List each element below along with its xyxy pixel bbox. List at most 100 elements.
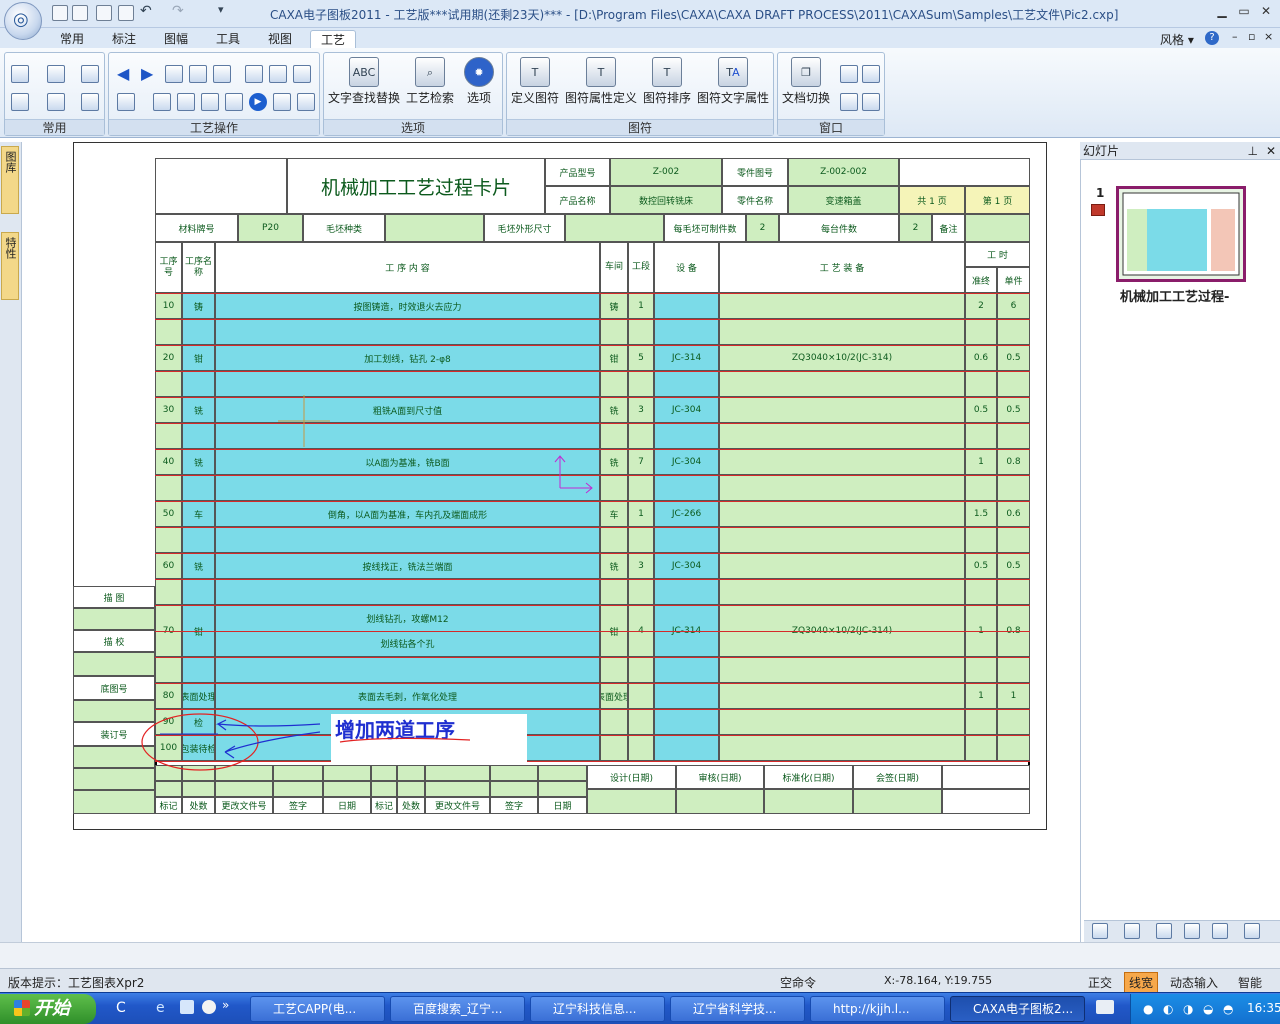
row-blank-cell[interactable] (628, 319, 654, 345)
change-record-cell[interactable] (490, 765, 538, 781)
sign-design-value[interactable] (587, 789, 676, 814)
change-record-cell[interactable] (273, 781, 323, 797)
row-blank-cell[interactable] (155, 423, 182, 449)
row-blank-cell[interactable] (997, 319, 1030, 345)
row-unit-cell[interactable]: 0.5 (997, 397, 1030, 423)
ortho-toggle[interactable]: 正交 (1088, 974, 1112, 991)
row-tool-cell[interactable] (719, 709, 965, 735)
row-blank-cell[interactable] (215, 423, 600, 449)
redo-icon[interactable]: ↷ (172, 3, 184, 19)
arrow-left-icon[interactable]: ◀ (117, 64, 129, 83)
row-tool-cell[interactable]: ZQ3040×10/2(JC-314) (719, 345, 965, 371)
taskbar-item[interactable]: 辽宁省科学技... (670, 996, 805, 1022)
row-blank-cell[interactable] (628, 657, 654, 683)
row-content-cell[interactable]: 粗铣A面到尺寸值 (215, 397, 600, 423)
zoom-icon[interactable] (11, 93, 29, 111)
tab-gongyi[interactable]: 工艺 (310, 30, 357, 48)
row-name-cell[interactable]: 铣 (182, 397, 215, 423)
tray-icon-4[interactable]: ◒ (1203, 1002, 1213, 1016)
row-blank-cell[interactable] (965, 579, 997, 605)
value-tracing[interactable] (73, 608, 155, 630)
row-sec-cell[interactable] (628, 735, 654, 761)
change-record-cell[interactable] (538, 765, 587, 781)
row-blank-cell[interactable] (654, 527, 719, 553)
smart-toggle[interactable]: 智能 (1238, 974, 1262, 991)
change-record-cell[interactable] (182, 781, 215, 797)
dynamic-input-toggle[interactable]: 动态输入 (1170, 974, 1218, 991)
row-blank-cell[interactable] (155, 475, 182, 501)
minimize-button[interactable]: ▁ (1212, 4, 1232, 20)
change-record-cell[interactable] (490, 781, 538, 797)
slide-image-icon[interactable] (1244, 923, 1260, 939)
row-tool-cell[interactable] (719, 735, 965, 761)
quicklaunch-icon-3[interactable] (180, 1000, 194, 1014)
copy-icon[interactable] (47, 65, 65, 83)
find-replace-text-button[interactable]: ABC 文字查找替换 (328, 57, 400, 106)
row-eq-cell[interactable]: JC-304 (654, 449, 719, 475)
row-blank-cell[interactable] (719, 319, 965, 345)
side-tab-library[interactable]: 图库 (1, 146, 19, 214)
slide-tree-icon[interactable] (1156, 923, 1172, 939)
new-doc-icon[interactable] (11, 65, 29, 83)
ribbon-restore-icon[interactable]: ▫ (1248, 30, 1255, 43)
row-blank-cell[interactable] (215, 579, 600, 605)
row-blank-cell[interactable] (600, 579, 628, 605)
row-blank-cell[interactable] (628, 371, 654, 397)
undo-icon[interactable]: ↶ (140, 3, 152, 19)
split-icon[interactable] (177, 93, 195, 111)
row-blank-cell[interactable] (215, 319, 600, 345)
thumbnail-view-icon[interactable] (1092, 923, 1108, 939)
blank-type-value[interactable] (385, 214, 484, 242)
row-blank-cell[interactable] (215, 527, 600, 553)
row-blank-cell[interactable] (719, 423, 965, 449)
quicklaunch-more-icon[interactable]: » (222, 998, 229, 1012)
row-blank-cell[interactable] (628, 475, 654, 501)
row-prep-cell[interactable]: 1.5 (965, 501, 997, 527)
row-eq-cell[interactable] (654, 683, 719, 709)
row-sec-cell[interactable] (628, 683, 654, 709)
row-eq-cell[interactable] (654, 735, 719, 761)
tab-changyong[interactable]: 常用 (50, 30, 94, 48)
slide-thumbnail[interactable] (1116, 186, 1246, 282)
row-blank-cell[interactable] (965, 371, 997, 397)
tab-tufu[interactable]: 图幅 (154, 30, 198, 48)
row-blank-cell[interactable] (182, 475, 215, 501)
grid-icon[interactable] (225, 93, 243, 111)
row-blank-cell[interactable] (182, 319, 215, 345)
row-unit-cell[interactable]: 0.6 (997, 501, 1030, 527)
row-blank-cell[interactable] (155, 371, 182, 397)
row-seq-cell[interactable]: 30 (155, 397, 182, 423)
change-record-cell[interactable] (397, 781, 425, 797)
cascade-icon[interactable] (840, 65, 858, 83)
tab-biaozhu[interactable]: 标注 (102, 30, 146, 48)
tray-icon-3[interactable]: ◑ (1183, 1002, 1193, 1016)
row-prep-cell[interactable]: 1 (965, 449, 997, 475)
quick-access-dropdown-icon[interactable]: ▾ (218, 3, 224, 16)
tray-icon-2[interactable]: ◐ (1163, 1002, 1173, 1016)
row-prep-cell[interactable]: 0.5 (965, 553, 997, 579)
row-content-cell[interactable]: 按线找正，铣法兰端面 (215, 553, 600, 579)
row-blank-cell[interactable] (628, 527, 654, 553)
tab-shitu[interactable]: 视图 (258, 30, 302, 48)
row-blank-cell[interactable] (719, 579, 965, 605)
change-record-cell[interactable] (371, 781, 397, 797)
sign-countersign-value[interactable] (853, 789, 942, 814)
row-blank-cell[interactable] (654, 657, 719, 683)
row-unit-cell[interactable]: 1 (997, 683, 1030, 709)
row-tool-cell[interactable] (719, 501, 965, 527)
process-search-button[interactable]: ⌕ 工艺检索 (406, 57, 454, 106)
row-blank-cell[interactable] (997, 371, 1030, 397)
row-blank-cell[interactable] (654, 319, 719, 345)
row-blank-cell[interactable] (215, 371, 600, 397)
row-seq-cell[interactable]: 20 (155, 345, 182, 371)
row-blank-cell[interactable] (182, 371, 215, 397)
row-blank-cell[interactable] (155, 579, 182, 605)
row-ws-cell[interactable]: 铣 (600, 553, 628, 579)
row-unit-cell[interactable]: 6 (997, 293, 1030, 319)
row-blank-cell[interactable] (182, 527, 215, 553)
row-blank-cell[interactable] (654, 371, 719, 397)
row-ws-cell[interactable]: 表面处理 (600, 683, 628, 709)
product-name-value[interactable]: 数控回转铣床 (610, 186, 722, 214)
taskbar-item-active[interactable]: CAXA电子图板2... (950, 996, 1085, 1022)
quicklaunch-icon-4[interactable] (202, 1000, 216, 1014)
